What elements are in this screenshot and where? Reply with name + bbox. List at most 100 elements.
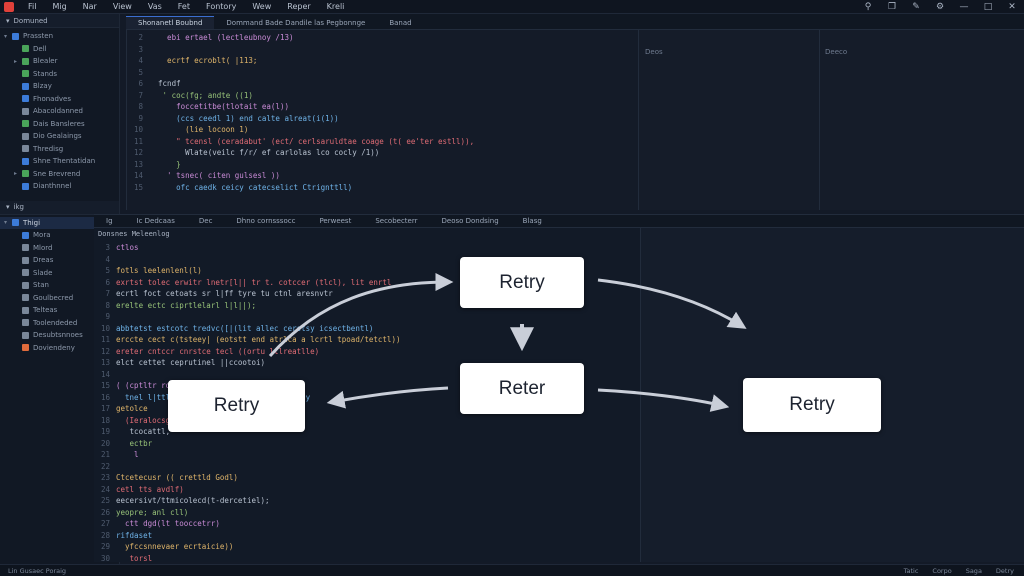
code-line: 27 ctt dgd(lt tooccetrr) <box>94 518 640 530</box>
code-text: ' coc(fg; andte ((1) <box>149 90 253 100</box>
flow-node-retry-top[interactable]: Retry <box>460 257 584 308</box>
code-line: 9 <box>94 311 640 323</box>
file-icon <box>22 145 29 153</box>
menu-item-reper[interactable]: Reper <box>279 2 318 11</box>
code-text: ecrtl foct cetoats sr l|ff tyre tu ctnl … <box>116 289 333 298</box>
sidebar-item-label: Thigi <box>23 218 41 227</box>
sidebar-item-label: Blzay <box>33 82 52 91</box>
code-text: " tcensl (ceradabut' (ect/ cerlsaruldtae… <box>149 136 475 146</box>
sidebar-item[interactable]: Fhonadves <box>0 93 119 106</box>
line-number: 5 <box>105 266 110 275</box>
code-text: cetl tts avdlf) <box>116 484 184 494</box>
code-text: getolce <box>116 404 148 413</box>
sidebar-item[interactable]: ▸ Sne Brevrend <box>0 168 119 181</box>
tab-bottom-1[interactable]: Ic Dedcaas <box>125 215 187 227</box>
tab-bottom-3[interactable]: Dhno cornsssocc <box>224 215 307 227</box>
minimize-icon[interactable]: — <box>958 1 970 13</box>
flow-node-reter[interactable]: Reter <box>460 363 584 414</box>
menu-item-nar[interactable]: Nar <box>75 2 105 11</box>
sidebar-item[interactable]: Abacoldanned <box>0 105 119 118</box>
sidebar-item[interactable]: Blzay <box>0 80 119 93</box>
line-number: 12 <box>133 148 143 157</box>
sidebar-item[interactable]: Thredisg <box>0 143 119 156</box>
status-item[interactable]: Detry <box>996 567 1014 575</box>
code-text: ofc caedk ceicy catecselict Ctrignttll) <box>149 182 353 192</box>
sidebar-item-label: Desubtsnnoes <box>33 331 83 340</box>
menu-item-vas[interactable]: Vas <box>140 2 170 11</box>
sidebar-item[interactable]: ▾ Prassten <box>0 30 119 43</box>
tab-bottom-2[interactable]: Dec <box>187 215 225 227</box>
tab-bottom-7[interactable]: Blasg <box>511 215 554 227</box>
file-icon <box>22 256 29 264</box>
sidebar-item-label: Dell <box>33 44 47 53</box>
status-item[interactable]: Tatic <box>904 567 919 575</box>
code-text: yfccsnnevaer ecrtaicie)) <box>116 542 234 551</box>
file-icon <box>22 82 29 90</box>
line-number: 9 <box>105 312 110 321</box>
line-number: 11 <box>100 335 110 344</box>
breadcrumb: Donsnes Meleenlog <box>98 230 170 239</box>
flow-node-retry-right[interactable]: Retry <box>743 378 881 432</box>
pane-label-left: Deos <box>645 48 663 56</box>
line-number: 11 <box>133 136 143 146</box>
chevron-down-icon: ▾ <box>6 16 10 25</box>
code-line: 3 ctlos <box>94 242 640 254</box>
search-icon[interactable]: ⚲ <box>862 1 874 13</box>
code-line: 21 l <box>94 449 640 461</box>
file-tree: ▾ Prassten Dell ▸ Blealer Stands Blzay Fhonadve… <box>0 28 119 195</box>
maximize-icon[interactable]: □ <box>982 1 994 13</box>
code-line: 12 Wlate(veilc f/r/ ef carlolas lco cocl… <box>127 147 638 159</box>
menu-items: Fil Mig Nar View Vas Fet Fontory Wew Reper Kreli <box>20 2 352 11</box>
settings-icon[interactable]: ⚙ <box>934 1 946 13</box>
code-text: eecersivt/ttmicolecd(t-dercetiel); <box>116 496 270 505</box>
close-icon[interactable]: ✕ <box>1006 1 1018 13</box>
flow-node-retry-left[interactable]: Retry <box>168 380 305 432</box>
status-left: Lin Gusaec Poraig <box>8 566 67 575</box>
line-number: 14 <box>100 369 110 379</box>
tab-bottom-0[interactable]: Ig <box>94 215 125 227</box>
top-code-editor[interactable]: 2 ebi ertael (lectleubnoy /13) 3 4 ecrtf e… <box>126 30 638 210</box>
menu-item-kreli[interactable]: Kreli <box>319 2 353 11</box>
file-icon <box>22 344 29 352</box>
tab-bottom-4[interactable]: Perweest <box>307 215 363 227</box>
code-text: } <box>149 159 181 169</box>
sidebar-item[interactable]: ▸ Blealer <box>0 55 119 68</box>
tab-top-0[interactable]: Shonanetl Boubnd <box>126 16 215 29</box>
sidebar-item[interactable]: Dell <box>0 43 119 56</box>
status-item[interactable]: Corpo <box>932 567 951 575</box>
line-number: 15 <box>100 381 110 390</box>
menu-item-mig[interactable]: Mig <box>44 2 74 11</box>
sidebar-item[interactable]: Stands <box>0 68 119 81</box>
sidebar-item[interactable]: Shne Thentatidan <box>0 155 119 168</box>
menu-item-view[interactable]: View <box>105 2 140 11</box>
code-text: erccte cect c(tsteey| (eotstt end atrlca… <box>116 335 401 344</box>
top-tab-bar: Shonanetl Boubnd Dommand Bade Dandile las… <box>126 14 1024 30</box>
line-number: 21 <box>100 450 110 459</box>
line-number: 17 <box>100 404 110 413</box>
line-number: 22 <box>100 461 110 471</box>
status-item[interactable]: Saga <box>966 567 982 575</box>
tab-bottom-5[interactable]: Secobecterr <box>363 215 429 227</box>
tab-bottom-6[interactable]: Deoso Dondsing <box>430 215 511 227</box>
line-number: 28 <box>100 530 110 540</box>
menu-item-fet[interactable]: Fet <box>170 2 198 11</box>
pane-divider[interactable] <box>819 30 820 210</box>
file-icon <box>22 294 29 302</box>
tab-top-1[interactable]: Dommand Bade Dandile las Pegbonnge <box>214 16 377 29</box>
menu-bar: Fil Mig Nar View Vas Fet Fontory Wew Reper Kreli … <box>0 0 1024 14</box>
menu-item-fontory[interactable]: Fontory <box>198 2 244 11</box>
status-right: Tatic Corpo Saga Detry <box>904 567 1024 575</box>
file-icon <box>22 45 29 53</box>
sidebar-item[interactable]: Dais Bansleres <box>0 118 119 131</box>
menu-item-wew[interactable]: Wew <box>244 2 279 11</box>
file-icon <box>22 281 29 289</box>
file-icon <box>12 32 19 40</box>
sidebar-item[interactable]: Dio Gealaings <box>0 130 119 143</box>
copy-icon[interactable]: ❐ <box>886 1 898 13</box>
sidebar-item[interactable]: Dianthnnel <box>0 180 119 193</box>
code-text: (lie locoon 1) <box>149 125 249 134</box>
menu-item-fil[interactable]: Fil <box>20 2 44 11</box>
sidebar-item-label: Blealer <box>33 57 58 66</box>
tab-top-2[interactable]: Banad <box>377 16 423 29</box>
pen-icon[interactable]: ✎ <box>910 1 922 13</box>
